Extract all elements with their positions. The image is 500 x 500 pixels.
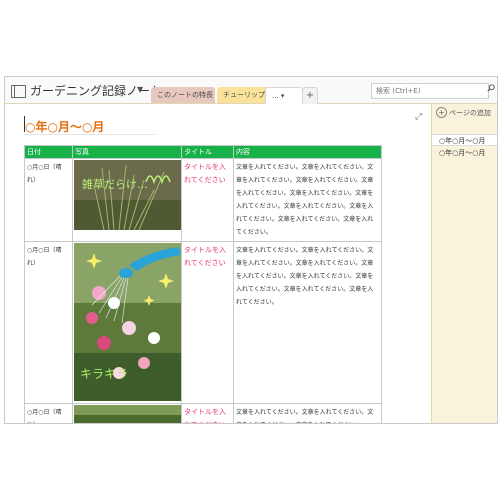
date-cell[interactable]: ○月○日（晴れ）	[24, 241, 73, 404]
photo-cell[interactable]: キラキラ	[72, 241, 182, 404]
page-title[interactable]: ○年○月～○月	[25, 118, 104, 135]
table-row: ○月○日（晴れ） キラキラ タイトルを入れてください 文章を入れてください。文章…	[24, 241, 382, 404]
table-row: ○月○日（晴れ） 雑草だらけ… タイトルを入れてください 文章を入れてください。…	[24, 158, 382, 242]
expand-icon[interactable]: ⤢	[415, 112, 422, 122]
photo-caption: 雑草だらけ…	[82, 177, 148, 191]
add-page-button[interactable]: + ページの追加	[436, 107, 491, 118]
add-section-button[interactable]: +	[302, 87, 318, 104]
table-header-row: 日付 写真 タイトル 内容	[24, 145, 382, 159]
header-content: 内容	[233, 145, 382, 159]
title-bar: ガーデニング記録ノート ▼ このノートの特長 チューリップ ... ▾ + 検索…	[5, 77, 497, 104]
photo-caption: キラキラ	[80, 367, 128, 381]
chevron-down-icon[interactable]: ▼	[137, 85, 143, 94]
title-cell[interactable]: タイトルを入れてください	[181, 403, 234, 423]
table-row: ○月○日（晴れ） タイトルを入れてください 文章を入れてください。文章を入れてく…	[24, 403, 382, 423]
add-page-label: ページの追加	[449, 109, 491, 117]
search-input[interactable]: 検索 (Ctrl+E)	[371, 83, 489, 99]
page-list-sidebar: + ページの追加 ○年○月～○月 ○年○月～○月	[431, 104, 497, 423]
content-cell[interactable]: 文章を入れてください。文章を入れてください。文章を入れてください。文章を入れてく…	[233, 241, 382, 404]
notebook-icon[interactable]	[11, 85, 26, 98]
content-cell[interactable]: 文章を入れてください。文章を入れてください。文章を入れてください。文章を入れてく…	[233, 403, 382, 423]
tab-features[interactable]: このノートの特長	[151, 87, 215, 103]
onenote-window: ガーデニング記録ノート ▼ このノートの特長 チューリップ ... ▾ + 検索…	[4, 76, 498, 424]
date-cell[interactable]: ○月○日（晴れ）	[24, 403, 73, 423]
field-photo	[74, 405, 181, 423]
header-date: 日付	[24, 145, 73, 159]
header-title: タイトル	[181, 145, 234, 159]
title-cell[interactable]: タイトルを入れてください	[181, 158, 234, 242]
grass-photo: 雑草だらけ…	[74, 160, 181, 230]
add-page-icon: +	[436, 107, 447, 118]
tab-more-label: ...	[272, 92, 279, 100]
header-photo: 写真	[72, 145, 182, 159]
page-content[interactable]: ⤢ ○年○月～○月 日付 写真 タイトル 内容 ○月○日（晴れ） 雑草だらけ… …	[5, 104, 431, 423]
search-icon[interactable]	[487, 84, 495, 92]
garden-log-table: 日付 写真 タイトル 内容 ○月○日（晴れ） 雑草だらけ… タイトルを入れてくだ…	[24, 145, 382, 423]
photo-cell[interactable]	[72, 403, 182, 423]
page-list-item[interactable]: ○年○月～○月	[432, 147, 497, 159]
title-cell[interactable]: タイトルを入れてください	[181, 241, 234, 404]
title-divider	[25, 134, 155, 135]
photo-cell[interactable]: 雑草だらけ…	[72, 158, 182, 242]
page-list-item[interactable]: ○年○月～○月	[432, 134, 497, 146]
date-cell[interactable]: ○月○日（晴れ）	[24, 158, 73, 242]
tab-more[interactable]: ... ▾	[265, 87, 303, 104]
content-cell[interactable]: 文章を入れてください。文章を入れてください。文章を入れてください。文章を入れてく…	[233, 158, 382, 242]
watering-photo: キラキラ	[74, 243, 181, 401]
